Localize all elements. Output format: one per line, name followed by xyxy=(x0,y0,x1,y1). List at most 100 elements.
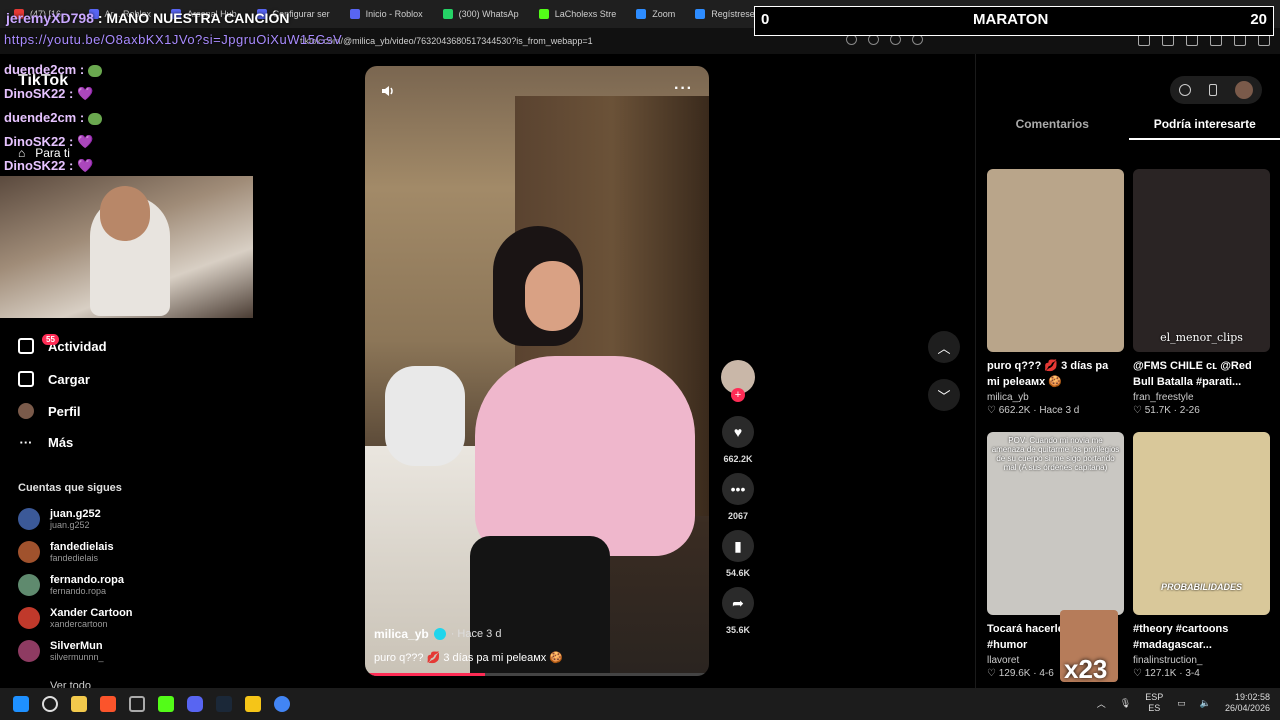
pepe-emote-icon xyxy=(88,64,103,77)
share-button[interactable]: ➦ xyxy=(722,587,754,619)
compass-icon[interactable] xyxy=(1179,84,1191,96)
card-thumbnail[interactable]: PROBABILIDADES xyxy=(1133,432,1270,615)
browser-tab[interactable]: Zoom xyxy=(626,3,685,25)
chrome-icon[interactable] xyxy=(274,696,290,712)
stream-title-user: jeremyXD798 xyxy=(6,10,94,26)
comment-button[interactable]: ••• xyxy=(722,473,754,505)
brave-icon[interactable] xyxy=(100,696,116,712)
volume-icon[interactable] xyxy=(381,84,395,98)
system-tray: ︿ 🎙 ESP ES ▭ 🔈 19:02:58 26/04/2026 xyxy=(1097,692,1270,714)
avatar xyxy=(18,508,40,530)
chevron-down-icon: ﹀ xyxy=(937,388,951,404)
following-item[interactable]: fandedielais fandedielais xyxy=(18,541,114,563)
recommended-card[interactable]: PROBABILIDADES #theory #cartoons #madagas… xyxy=(1133,432,1270,679)
windows-start-icon[interactable] xyxy=(13,696,29,712)
card-thumbnail[interactable]: POV: Cuando mi novia me amenaza de quita… xyxy=(987,432,1124,615)
nav-perfil[interactable]: Perfil xyxy=(18,403,81,419)
clock-date: 26/04/2026 xyxy=(1224,703,1270,713)
save-button[interactable]: ▮ xyxy=(722,530,754,562)
card-author[interactable]: milica_yb xyxy=(987,392,1124,403)
following-text: fernando.ropa fernando.ropa xyxy=(50,574,124,596)
author-avatar[interactable]: + xyxy=(721,360,755,402)
following-name: juan.g252 xyxy=(50,508,101,520)
chat-user: DinoSK22 xyxy=(4,158,66,173)
video-scene-plush xyxy=(385,366,465,466)
tab-favicon-icon xyxy=(538,9,549,19)
profile-avatar-icon xyxy=(18,403,34,419)
nav-cargar-label: Cargar xyxy=(48,371,90,387)
webcam-overlay xyxy=(0,176,253,318)
video-player[interactable]: ··· milica_yb · Hace 3 d puro q??? 💋 3 d… xyxy=(365,66,709,676)
counter-right: 20 xyxy=(1250,11,1267,28)
chat-user: DinoSK22 xyxy=(4,86,66,101)
card-thumbnail[interactable] xyxy=(987,169,1124,352)
heart-emote-icon: 💜 xyxy=(77,158,94,173)
bookmark-icon: ▮ xyxy=(734,537,742,554)
chevron-up-icon: ︿ xyxy=(937,340,951,356)
notepad-icon[interactable] xyxy=(245,696,261,712)
network-icon[interactable]: ▭ xyxy=(1177,698,1186,709)
file-explorer-icon[interactable] xyxy=(71,696,87,712)
pepe-emote-icon xyxy=(88,112,103,125)
action-rail: + ♥ 662.2K ••• 2067 ▮ 54.6K ➦ 35.6K xyxy=(718,360,758,635)
following-item[interactable]: fernando.ropa fernando.ropa xyxy=(18,574,124,596)
following-text: juan.g252 juan.g252 xyxy=(50,508,101,530)
recommended-card[interactable]: el_menor_clips @FMS CHILE ᴄʟ @Red Bull Ba… xyxy=(1133,169,1270,416)
video-author[interactable]: milica_yb xyxy=(374,627,429,641)
video-more-icon[interactable]: ··· xyxy=(674,80,693,98)
nav-mas[interactable]: ··· Más xyxy=(18,435,74,450)
chat-sep: : xyxy=(65,158,74,173)
tab-favicon-icon xyxy=(695,9,706,19)
nav-cargar[interactable]: Cargar xyxy=(18,371,90,387)
language-indicator[interactable]: ESP ES xyxy=(1145,692,1163,714)
clock[interactable]: 19:02:58 26/04/2026 xyxy=(1225,692,1270,714)
emote-count: x23 xyxy=(1064,654,1108,684)
share-count: 35.6K xyxy=(725,625,751,635)
user-avatar[interactable] xyxy=(1235,81,1253,99)
chat-user: duende2cm xyxy=(4,62,77,77)
following-item[interactable]: SilverMun silvermunnn_ xyxy=(18,640,104,662)
video-progress-bar[interactable] xyxy=(365,673,709,676)
card-author[interactable]: fran_freestyle xyxy=(1133,392,1270,403)
volume-tray-icon[interactable]: 🔈 xyxy=(1200,698,1211,709)
tiktok-sidebar: 55 Actividad Cargar Perfil ··· Más Cuent… xyxy=(0,318,330,692)
windows-taskbar: ︿ 🎙 ESP ES ▭ 🔈 19:02:58 26/04/2026 xyxy=(0,688,1280,720)
search-icon[interactable] xyxy=(42,696,58,712)
microphone-icon[interactable]: 🎙 xyxy=(1120,698,1131,709)
tab-favicon-icon xyxy=(442,9,453,19)
following-item[interactable]: juan.g252 juan.g252 xyxy=(18,508,101,530)
following-text: fandedielais fandedielais xyxy=(50,541,114,563)
comment-icon: ••• xyxy=(730,481,746,497)
tab-comentarios[interactable]: Comentarios xyxy=(976,112,1129,140)
stream-title-text: MANO NUESTRA CANCIÓN xyxy=(106,10,290,26)
obs-icon[interactable] xyxy=(129,696,145,712)
tray-chevron-icon[interactable]: ︿ xyxy=(1097,697,1106,710)
tab-podria-interesarte[interactable]: Podría interesarte xyxy=(1128,112,1280,140)
discord-icon[interactable] xyxy=(187,696,203,712)
marathon-counter: 0 MARATON 20 xyxy=(754,6,1274,36)
panel-tabs: Comentarios Podría interesarte xyxy=(976,112,1280,140)
browser-tab[interactable]: Inicio - Roblox xyxy=(340,3,433,25)
chat-message: DinoSK22 : 💜 xyxy=(4,82,174,106)
follow-plus-icon[interactable]: + xyxy=(731,388,745,402)
steam-icon[interactable] xyxy=(216,696,232,712)
prev-video-button[interactable]: ︿ xyxy=(928,331,960,363)
counter-title: MARATON xyxy=(973,11,1049,28)
chat-message: duende2cm : xyxy=(4,106,174,130)
video-progress-fill xyxy=(365,673,486,676)
card-title: puro q??? 💋 3 días pa mi peleaᴍx 🍪 xyxy=(987,360,1109,388)
phone-icon[interactable] xyxy=(1209,84,1217,96)
like-button[interactable]: ♥ xyxy=(722,416,754,448)
screen: (47) [16... Ar... Roblox Arsenal Hub Config… xyxy=(0,0,1280,720)
video-author-line: milica_yb · Hace 3 d xyxy=(374,627,501,641)
nav-actividad[interactable]: 55 Actividad xyxy=(18,334,107,354)
browser-tab[interactable]: (300) WhatsAp xyxy=(433,3,529,25)
kick-icon[interactable] xyxy=(158,696,174,712)
following-item[interactable]: Xander Cartoon xandercartoon xyxy=(18,607,133,629)
card-thumbnail[interactable]: el_menor_clips xyxy=(1133,169,1270,352)
card-author[interactable]: finalinstruction_ xyxy=(1133,655,1270,666)
browser-tab[interactable]: LaCholexs Stre xyxy=(529,3,627,25)
recommended-card[interactable]: puro q??? 💋 3 días pa mi peleaᴍx 🍪 milica… xyxy=(987,169,1124,416)
next-video-button[interactable]: ﹀ xyxy=(928,379,960,411)
address-url[interactable]: tiktok.com/@milica_yb/video/763204368051… xyxy=(300,36,593,46)
